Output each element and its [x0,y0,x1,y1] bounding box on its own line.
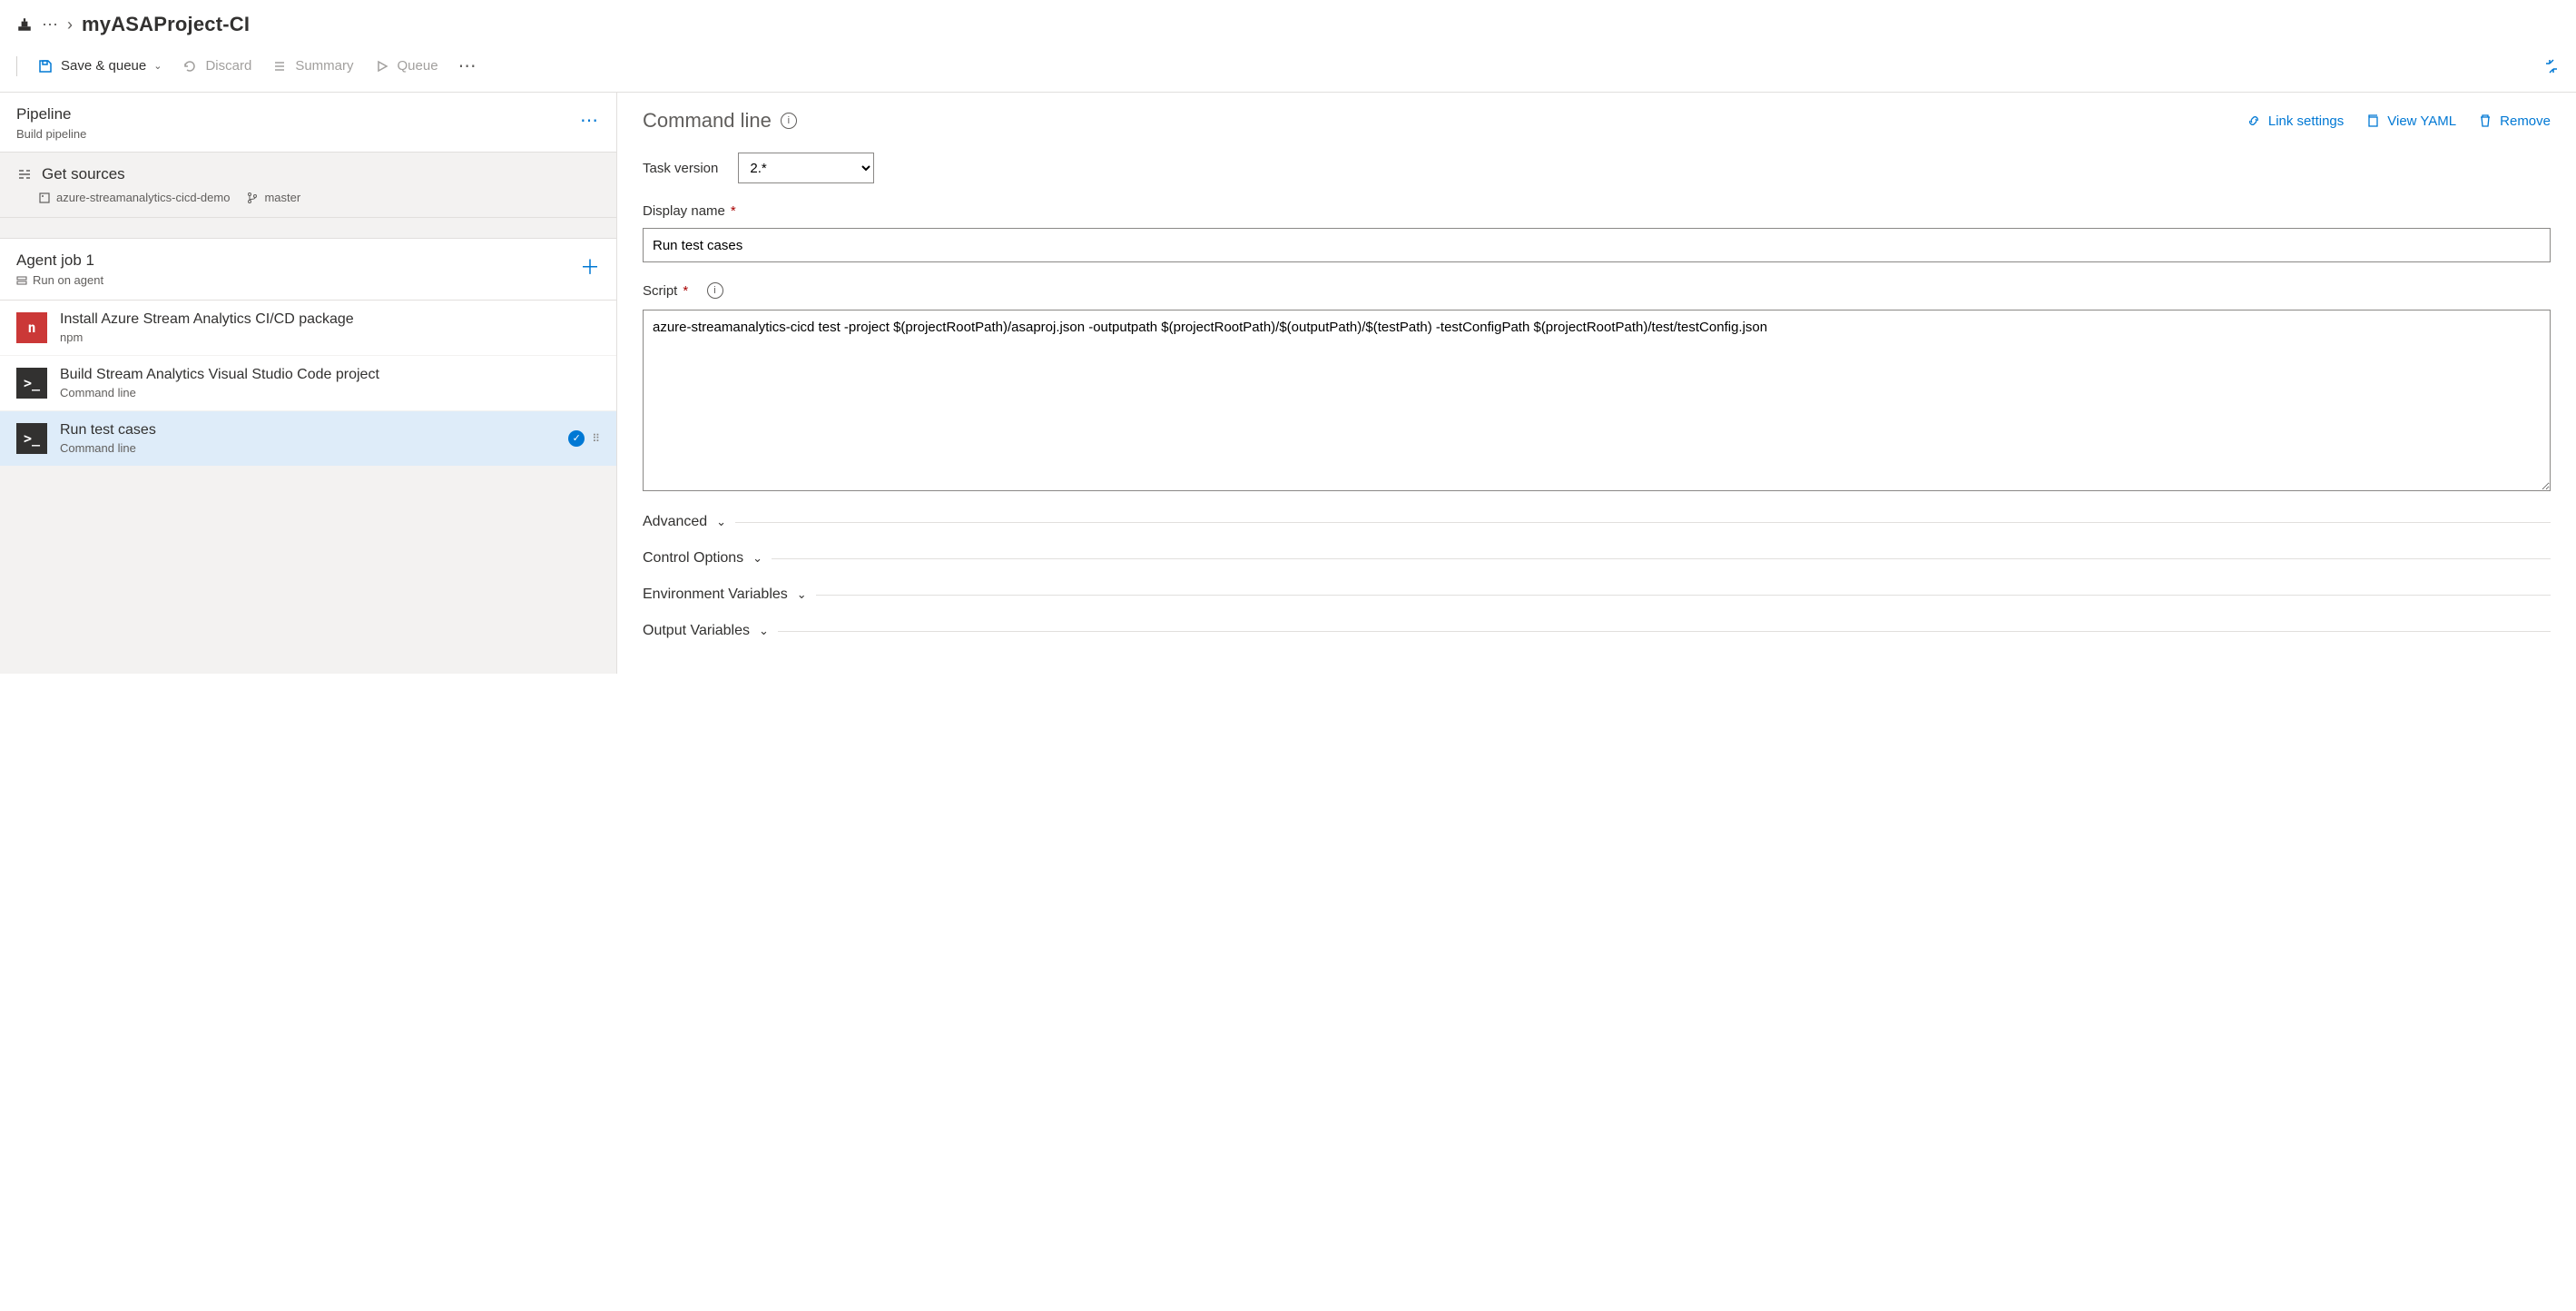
branch-name: master [264,191,300,204]
section-control-options[interactable]: Control Options ⌄ [643,550,2551,567]
section-divider [816,595,2551,596]
npm-icon: n [16,312,47,343]
task-version-select[interactable]: 2.* [738,153,874,183]
display-name-input[interactable] [643,228,2551,262]
sources-icon [16,166,33,182]
agent-job-subtitle: Run on agent [33,273,103,287]
section-label: Output Variables [643,623,750,639]
chevron-down-icon: ⌄ [716,515,726,529]
branch-icon [246,192,259,204]
info-icon[interactable]: i [781,113,797,129]
remove-button[interactable]: Remove [2478,113,2551,129]
terminal-icon: >_ [16,423,47,454]
save-icon [37,58,54,74]
required-icon: * [731,203,736,219]
section-label: Environment Variables [643,586,788,603]
pipeline-subtitle: Build pipeline [16,127,86,141]
collapse-icon[interactable] [2543,58,2560,74]
section-advanced[interactable]: Advanced ⌄ [643,514,2551,530]
remove-label: Remove [2500,113,2551,129]
task-row[interactable]: >_ Build Stream Analytics Visual Studio C… [0,356,616,411]
get-sources[interactable]: Get sources azure-streamanalytics-cicd-d… [0,153,616,218]
repo-icon [38,192,51,204]
repo-name: azure-streamanalytics-cicd-demo [56,191,230,204]
save-queue-button[interactable]: Save & queue ⌄ [37,58,162,74]
task-version-label: Task version [643,161,718,176]
queue-label: Queue [398,58,438,74]
copy-icon [2365,113,2380,128]
drag-handle-icon[interactable]: ⠿ [592,436,600,441]
link-settings-label: Link settings [2268,113,2344,129]
pipeline-header[interactable]: Pipeline Build pipeline ⋯ [0,93,616,153]
view-yaml-button[interactable]: View YAML [2365,113,2456,129]
chevron-down-icon: ⌄ [153,60,162,72]
toolbar-more[interactable]: ⋯ [458,54,478,77]
add-task-button[interactable]: ＋ [580,251,600,281]
breadcrumb: ⋯ › myASAProject-CI [0,0,2576,45]
section-label: Advanced [643,514,707,530]
discard-button[interactable]: Discard [182,58,251,74]
task-detail-panel: Command line i Link settings [617,93,2576,674]
summary-label: Summary [295,58,353,74]
detail-title: Command line [643,109,772,133]
list-icon [271,58,288,74]
required-icon: * [683,283,688,299]
pipeline-icon [16,16,33,33]
terminal-icon: >_ [16,368,47,399]
view-yaml-label: View YAML [2387,113,2456,129]
play-icon [374,58,390,74]
script-textarea[interactable] [643,310,2551,491]
check-icon: ✓ [568,430,585,447]
section-environment-variables[interactable]: Environment Variables ⌄ [643,586,2551,603]
page-title: myASAProject-CI [82,13,250,36]
section-divider [778,631,2551,632]
section-output-variables[interactable]: Output Variables ⌄ [643,623,2551,639]
server-icon [16,275,27,286]
task-row[interactable]: >_ Run test cases Command line ✓ ⠿ [0,411,616,467]
tasks-panel: Pipeline Build pipeline ⋯ Get sources [0,93,617,674]
chevron-right-icon: › [67,15,73,34]
undo-icon [182,58,198,74]
pipeline-title: Pipeline [16,105,86,123]
toolbar: Save & queue ⌄ Discard Summary Queue ⋯ [0,45,2576,92]
agent-job[interactable]: Agent job 1 Run on agent ＋ [0,238,616,301]
task-title: Install Azure Stream Analytics CI/CD pac… [60,311,354,328]
toolbar-divider [16,56,17,76]
discard-label: Discard [205,58,251,74]
breadcrumb-ellipsis[interactable]: ⋯ [42,15,58,34]
task-row[interactable]: n Install Azure Stream Analytics CI/CD pa… [0,301,616,356]
script-label: Script [643,283,677,299]
link-settings-button[interactable]: Link settings [2247,113,2344,129]
queue-button[interactable]: Queue [374,58,438,74]
section-divider [772,558,2551,559]
section-label: Control Options [643,550,743,567]
chevron-down-icon: ⌄ [797,587,807,602]
summary-button[interactable]: Summary [271,58,353,74]
info-icon[interactable]: i [707,282,723,299]
pipeline-more[interactable]: ⋯ [580,105,600,132]
task-subtitle: Command line [60,386,379,399]
save-queue-label: Save & queue [61,58,146,74]
section-divider [735,522,2551,523]
get-sources-title: Get sources [42,165,125,183]
display-name-label: Display name [643,203,725,219]
chevron-down-icon: ⌄ [752,551,762,566]
link-icon [2247,113,2261,128]
agent-job-title: Agent job 1 [16,251,103,270]
task-subtitle: Command line [60,441,156,455]
task-title: Run test cases [60,422,156,439]
task-title: Build Stream Analytics Visual Studio Cod… [60,367,379,383]
trash-icon [2478,113,2492,128]
chevron-down-icon: ⌄ [759,624,769,638]
task-subtitle: npm [60,330,354,344]
